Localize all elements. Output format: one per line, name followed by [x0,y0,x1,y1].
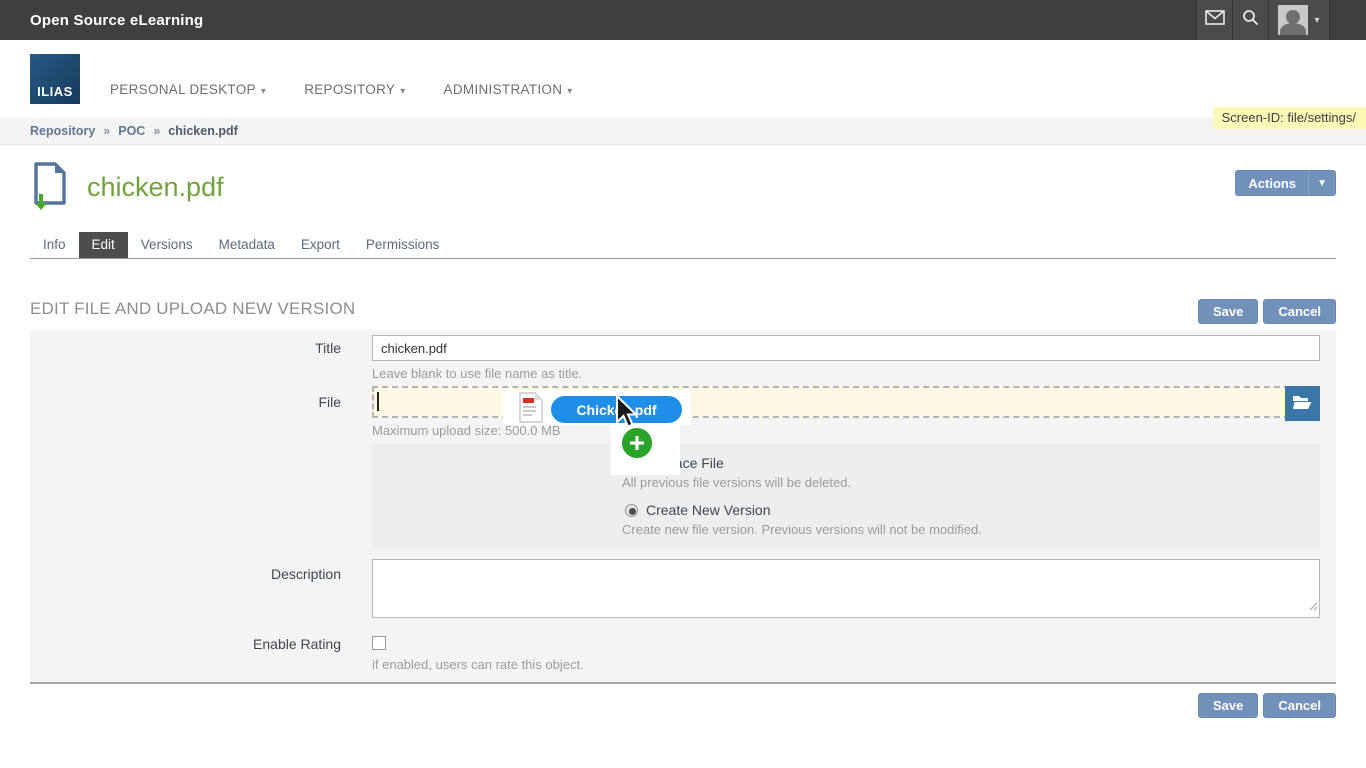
title-field-byline: Leave blank to use file name as title. [372,366,1320,381]
chevron-down-icon: ▾ [400,86,405,97]
tab-info[interactable]: Info [30,232,79,258]
page-title: chicken.pdf [87,172,224,203]
app-title: Open Source eLearning [30,12,203,29]
search-button[interactable] [1232,0,1268,40]
tab-permissions[interactable]: Permissions [353,232,453,258]
mail-icon [1205,10,1225,30]
tab-metadata[interactable]: Metadata [206,232,288,258]
search-icon [1242,9,1259,31]
tab-versions[interactable]: Versions [128,232,206,258]
breadcrumb-poc[interactable]: POC [118,124,145,138]
enable-rating-checkbox[interactable] [372,636,386,650]
title-input[interactable] [372,335,1320,361]
screen-id-badge: Screen-ID: file/settings/ [1213,107,1366,129]
radio-selected-icon[interactable] [625,504,638,517]
tab-bar: Info Edit Versions Metadata Export Permi… [30,232,1336,259]
chevron-down-icon: ▾ [567,86,572,97]
form-heading: EDIT FILE AND UPLOAD NEW VERSION [30,299,355,319]
resize-handle[interactable] [1307,598,1318,616]
ilias-logo[interactable]: ILIAS [30,54,80,104]
create-new-version-byline: Create new file version. Previous versio… [622,522,1320,537]
breadcrumb-repository[interactable]: Repository [30,124,95,138]
file-field-byline: Maximum upload size: 500.0 MB [372,423,1320,438]
breadcrumb: Repository » POC » chicken.pdf [0,118,1366,145]
nav-personal-desktop[interactable]: PERSONAL DESKTOP▾ [110,82,266,97]
user-menu-button[interactable]: ▾ [1268,0,1330,40]
description-textarea[interactable] [372,559,1320,618]
edit-file-form: Title Leave blank to use file name as ti… [30,330,1336,684]
top-bar: Open Source eLearning ▾ [0,0,1366,40]
mouse-cursor-icon [615,395,641,434]
title-field-label: Title [30,335,341,381]
breadcrumb-current: chicken.pdf [168,124,237,138]
file-download-icon [30,161,70,216]
upload-mode-group: Replace File All previous file versions … [372,444,1320,550]
save-button[interactable]: Save [1198,299,1258,324]
user-avatar [1278,5,1308,35]
text-caret [377,392,379,411]
chevron-down-icon: ▾ [1314,15,1319,26]
replace-file-byline: All previous file versions will be delet… [622,475,1320,490]
main-header: ILIAS PERSONAL DESKTOP▾ REPOSITORY▾ ADMI… [0,40,1366,118]
main-nav: PERSONAL DESKTOP▾ REPOSITORY▾ ADMINISTRA… [110,82,573,105]
nav-repository[interactable]: REPOSITORY▾ [304,82,405,97]
rating-field-byline: if enabled, users can rate this object. [372,657,1320,672]
cancel-button[interactable]: Cancel [1263,299,1336,324]
rating-field-label: Enable Rating [30,636,341,672]
mail-button[interactable] [1196,0,1232,40]
pdf-file-icon [519,392,543,428]
save-button-bottom[interactable]: Save [1198,693,1258,718]
actions-button[interactable]: Actions ▼ [1235,170,1336,196]
create-new-version-option[interactable]: Create New Version [625,502,1320,518]
browse-files-button[interactable] [1285,386,1320,421]
tab-edit[interactable]: Edit [79,232,128,258]
file-field-label: File [30,386,341,550]
description-field-label: Description [30,559,341,618]
replace-file-option[interactable]: Replace File [625,455,1320,471]
chevron-down-icon: ▾ [261,86,266,97]
tab-export[interactable]: Export [288,232,353,258]
nav-administration[interactable]: ADMINISTRATION▾ [444,82,573,97]
folder-open-icon [1292,394,1313,413]
cancel-button-bottom[interactable]: Cancel [1263,693,1336,718]
chevron-down-icon: ▼ [1308,171,1335,195]
